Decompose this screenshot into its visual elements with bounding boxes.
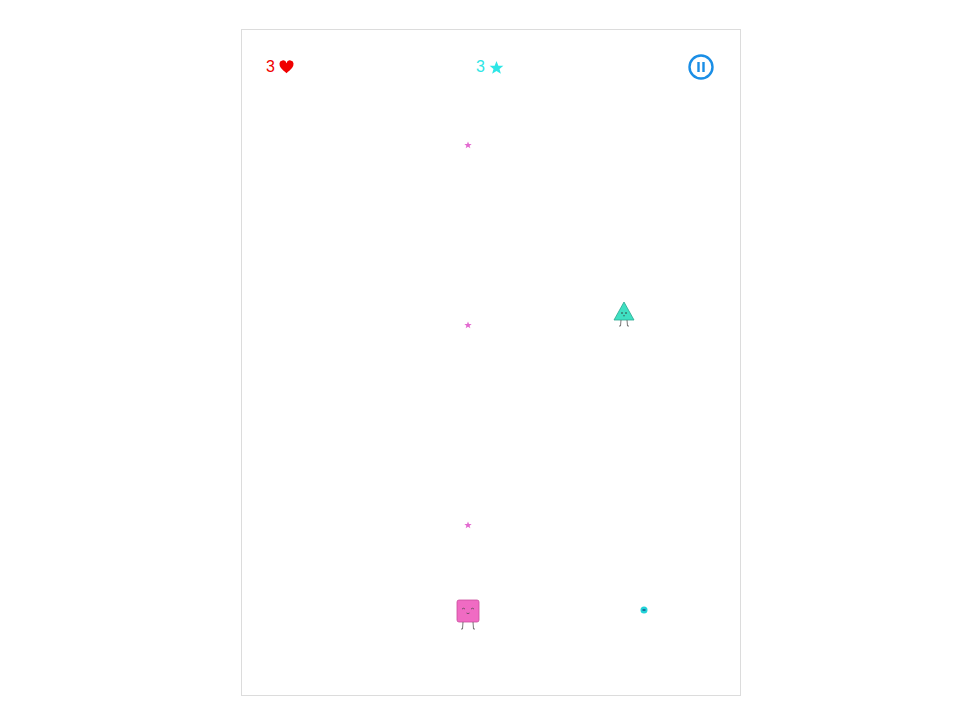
hud: 33 xyxy=(242,30,740,81)
star-pickup-icon xyxy=(464,321,472,329)
gem-pickup-icon xyxy=(640,606,648,614)
star-icon xyxy=(489,60,504,75)
stars-count: 3 xyxy=(476,57,485,77)
heart-icon xyxy=(279,60,294,75)
stars-counter: 3 xyxy=(476,57,687,77)
pause-icon xyxy=(687,53,715,81)
lives-count: 3 xyxy=(266,57,275,77)
play-field xyxy=(242,30,740,695)
page: 33 xyxy=(0,0,967,726)
square-player-icon xyxy=(455,599,481,631)
triangle-enemy-icon xyxy=(613,301,635,329)
star-pickup-icon xyxy=(464,141,472,149)
pause-button[interactable] xyxy=(687,53,715,81)
lives-counter: 3 xyxy=(266,57,476,77)
star-pickup-icon xyxy=(464,521,472,529)
game-frame: 33 xyxy=(241,29,741,696)
